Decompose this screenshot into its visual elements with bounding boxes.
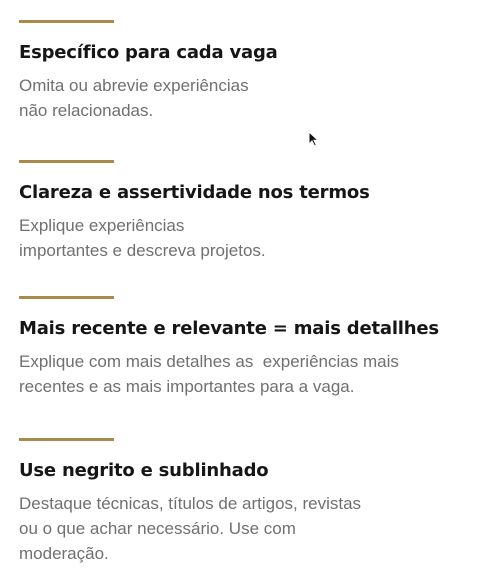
tip-description-line: Explique experiências: [19, 216, 185, 235]
tip-description-line: Omita ou abrevie experiências: [19, 76, 249, 95]
tip-section-bold-underline: Use negrito e sublinhado Destaque técnic…: [19, 438, 472, 566]
tip-heading: Específico para cada vaga: [19, 42, 278, 63]
tip-description: Omita ou abrevie experiências não relaci…: [19, 73, 472, 123]
tip-heading: Mais recente e relevante = mais detallhe…: [19, 318, 439, 339]
tip-description-line: recentes e as mais importantes para a va…: [19, 377, 355, 396]
tip-section-recent: Mais recente e relevante = mais detallhe…: [19, 296, 472, 399]
tip-description-line: Explique com mais detalhes as experiênci…: [19, 352, 399, 371]
accent-divider: [19, 20, 114, 23]
tip-heading: Use negrito e sublinhado: [19, 460, 269, 481]
tip-description-line: importantes e descreva projetos.: [19, 241, 266, 260]
tip-heading: Clareza e assertividade nos termos: [19, 182, 370, 203]
accent-divider: [19, 296, 114, 299]
tip-description-line: ou o que achar necessário. Use com: [19, 519, 296, 538]
tip-description-line: moderação.: [19, 544, 109, 563]
accent-divider: [19, 438, 114, 441]
tip-description: Explique experiências importantes e desc…: [19, 213, 472, 263]
tip-section-clarity: Clareza e assertividade nos termos Expli…: [19, 160, 472, 263]
tip-description: Destaque técnicas, títulos de artigos, r…: [19, 491, 472, 566]
tip-description-line: não relacionadas.: [19, 101, 154, 120]
tip-description-line: Destaque técnicas, títulos de artigos, r…: [19, 494, 362, 513]
tip-section-specific: Específico para cada vaga Omita ou abrev…: [19, 20, 472, 123]
tip-description: Explique com mais detalhes as experiênci…: [19, 349, 472, 399]
accent-divider: [19, 160, 114, 163]
mouse-pointer-icon: [308, 131, 320, 147]
